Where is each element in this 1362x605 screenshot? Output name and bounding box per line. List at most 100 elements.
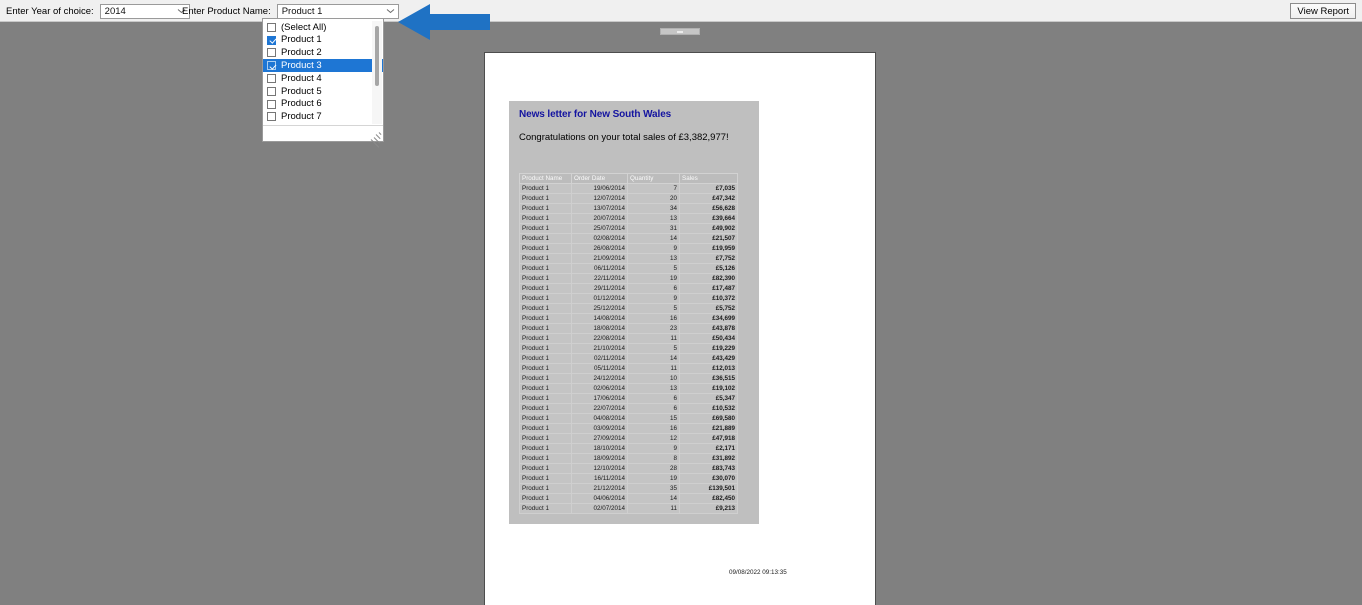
cell-sales: £43,878 [679,323,738,334]
cell-product-name: Product 1 [519,303,572,314]
cell-order-date: 02/06/2014 [571,383,628,394]
checkbox-icon[interactable] [267,112,276,122]
cell-quantity: 6 [627,283,680,294]
cell-sales: £50,434 [679,333,738,344]
table-row: Product 1 25/07/2014 31 £49,902 [519,223,738,234]
checkbox-icon[interactable] [267,35,276,45]
view-report-button[interactable]: View Report [1290,3,1356,19]
cell-quantity: 35 [627,483,680,494]
cell-quantity: 9 [627,443,680,454]
column-header-product-name: Product Name [519,173,572,184]
cell-order-date: 25/12/2014 [571,303,628,314]
cell-quantity: 11 [627,503,680,514]
cell-product-name: Product 1 [519,253,572,264]
cell-product-name: Product 1 [519,453,572,464]
dropdown-item-product-7[interactable]: Product 7 [263,111,383,124]
cell-product-name: Product 1 [519,443,572,454]
table-row: Product 1 14/08/2014 16 £34,699 [519,313,738,324]
cell-sales: £31,892 [679,453,738,464]
table-row: Product 1 16/11/2014 19 £30,070 [519,473,738,484]
dropdown-item-product-1[interactable]: Product 1 [263,34,383,47]
chevron-down-icon [383,5,398,18]
dropdown-item-label: Product 6 [281,98,322,110]
report-title: News letter for New South Wales [519,109,672,120]
cell-product-name: Product 1 [519,423,572,434]
checkbox-icon[interactable] [267,74,276,84]
table-row: Product 1 29/11/2014 6 £17,487 [519,283,738,294]
dropdown-item-product-6[interactable]: Product 6 [263,98,383,111]
checkbox-icon[interactable] [267,48,276,58]
cell-sales: £12,013 [679,363,738,374]
cell-quantity: 13 [627,383,680,394]
cell-order-date: 06/11/2014 [571,263,628,274]
cell-product-name: Product 1 [519,383,572,394]
dropdown-scrollbar-thumb[interactable] [375,26,379,86]
dropdown-item-product-4[interactable]: Product 4 [263,72,383,85]
cell-order-date: 16/11/2014 [571,473,628,484]
table-row: Product 1 03/09/2014 16 £21,889 [519,423,738,434]
table-row: Product 1 13/07/2014 34 £56,628 [519,203,738,214]
table-row: Product 1 02/08/2014 14 £21,507 [519,233,738,244]
cell-product-name: Product 1 [519,403,572,414]
cell-product-name: Product 1 [519,363,572,374]
year-parameter-group: Enter Year of choice: 2014 [6,0,190,22]
cell-product-name: Product 1 [519,463,572,474]
cell-order-date: 22/08/2014 [571,333,628,344]
cell-product-name: Product 1 [519,233,572,244]
checkbox-icon[interactable] [267,99,276,109]
table-row: Product 1 06/11/2014 5 £5,126 [519,263,738,274]
cell-quantity: 7 [627,183,680,194]
cell-quantity: 14 [627,353,680,364]
cell-sales: £30,070 [679,473,738,484]
cell-quantity: 15 [627,413,680,424]
horizontal-scrollbar-thumb[interactable] [660,28,700,35]
cell-quantity: 5 [627,343,680,354]
cell-order-date: 04/08/2014 [571,413,628,424]
cell-quantity: 20 [627,193,680,204]
cell-order-date: 22/07/2014 [571,403,628,414]
cell-sales: £21,889 [679,423,738,434]
cell-quantity: 5 [627,263,680,274]
checkbox-icon[interactable] [267,61,276,71]
cell-sales: £21,507 [679,233,738,244]
cell-product-name: Product 1 [519,273,572,284]
checkbox-icon[interactable] [267,22,276,32]
table-row: Product 1 20/07/2014 13 £39,664 [519,213,738,224]
table-row: Product 1 02/11/2014 14 £43,429 [519,353,738,364]
table-row: Product 1 18/10/2014 9 £2,171 [519,443,738,454]
cell-quantity: 13 [627,253,680,264]
cell-product-name: Product 1 [519,343,572,354]
cell-quantity: 12 [627,433,680,444]
cell-sales: £36,515 [679,373,738,384]
cell-order-date: 26/08/2014 [571,243,628,254]
cell-quantity: 11 [627,363,680,374]
dropdown-item-product-3[interactable]: Product 3 [263,59,383,73]
cell-quantity: 6 [627,393,680,404]
checkbox-icon[interactable] [267,86,276,96]
product-dropdown-value: Product 1 [281,5,323,17]
cell-sales: £43,429 [679,353,738,364]
dropdown-scrollbar[interactable] [372,21,382,124]
resize-grip-icon[interactable] [370,129,382,148]
cell-order-date: 18/09/2014 [571,453,628,464]
cell-order-date: 03/09/2014 [571,423,628,434]
dropdown-item-label: (Select All) [281,21,327,33]
sales-table: Product Name Order Date Quantity Sales P… [519,173,738,514]
cell-order-date: 01/12/2014 [571,293,628,304]
dropdown-item-product-2[interactable]: Product 2 [263,47,383,60]
product-dropdown-popup[interactable]: (Select All) Product 1 Product 2 Product 3P… [262,18,384,148]
cell-product-name: Product 1 [519,373,572,384]
dropdown-item-select-all[interactable]: (Select All) [263,21,383,34]
cell-product-name: Product 1 [519,293,572,304]
cell-quantity: 9 [627,243,680,254]
cell-product-name: Product 1 [519,223,572,234]
dropdown-item-product-5[interactable]: Product 5 [263,85,383,98]
product-dropdown[interactable]: Product 1 [276,3,399,19]
cell-sales: £47,342 [679,193,738,204]
cell-sales: £19,229 [679,343,738,354]
report-body: News letter for New South Wales Congratu… [509,101,759,524]
cell-sales: £56,628 [679,203,738,214]
year-dropdown[interactable]: 2014 [99,3,190,19]
cell-sales: £82,390 [679,273,738,284]
cell-product-name: Product 1 [519,483,572,494]
